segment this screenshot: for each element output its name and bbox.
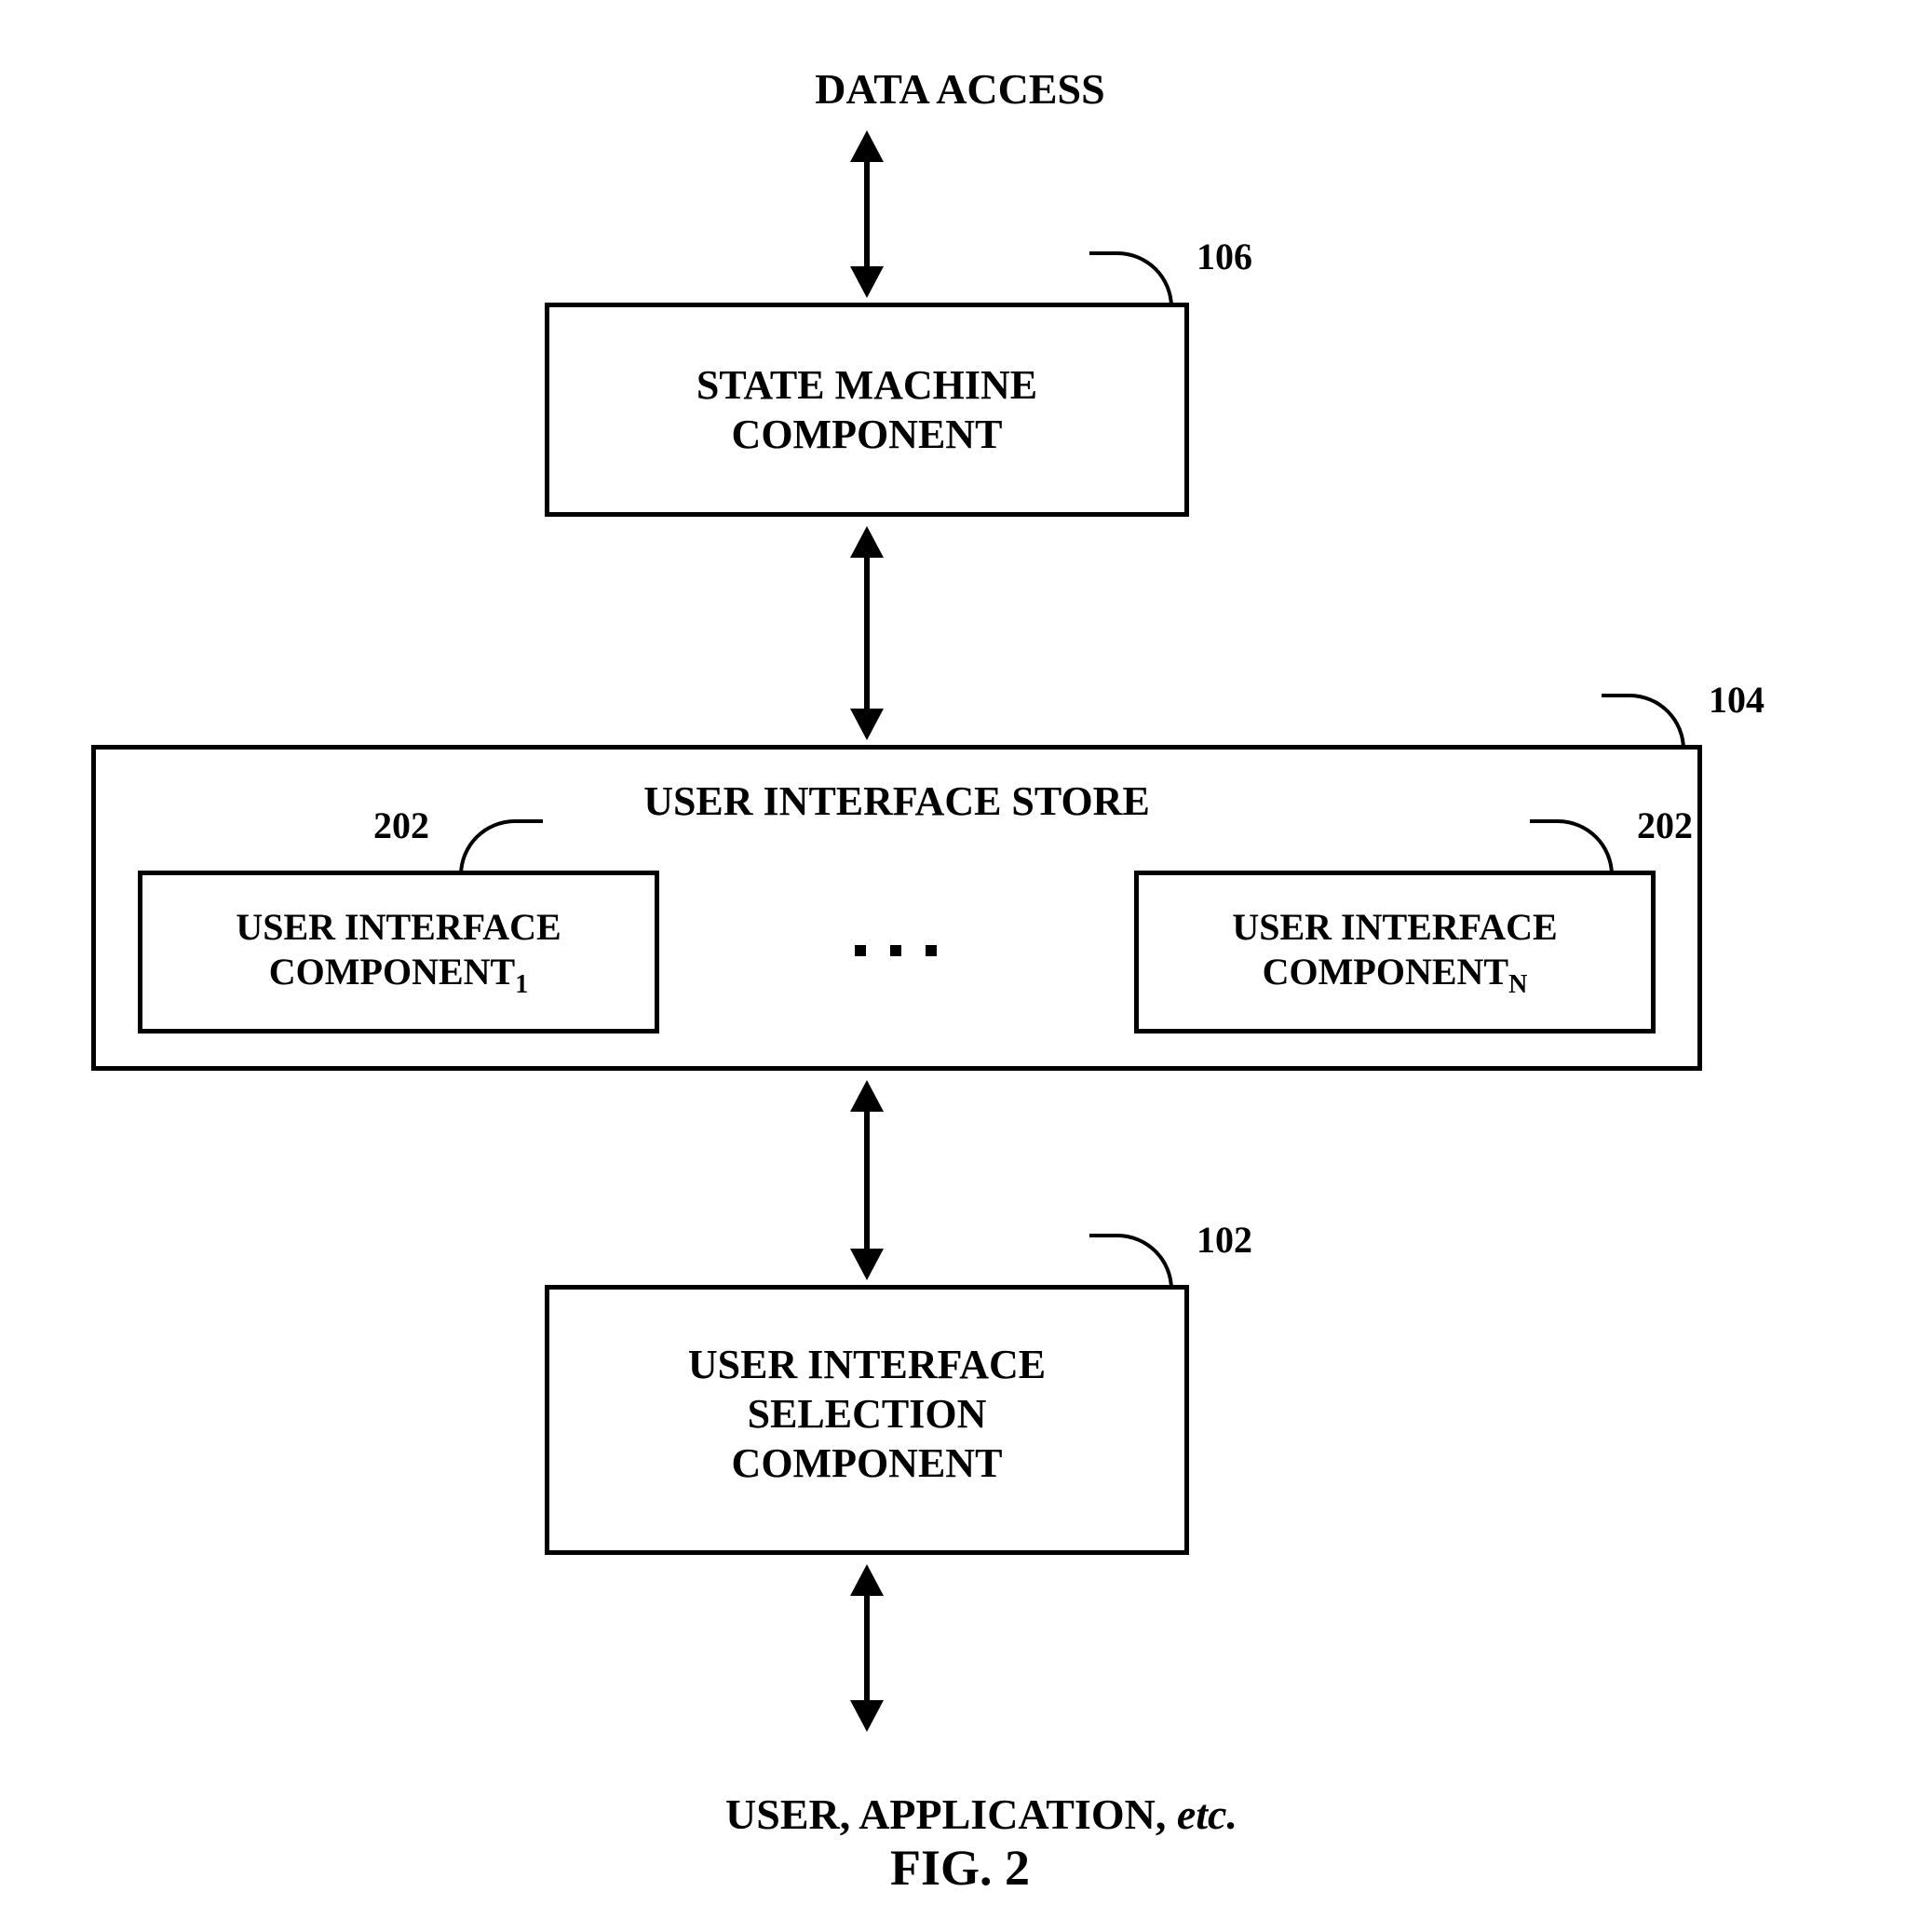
data-access-label: DATA ACCESS	[0, 65, 1920, 115]
ui-store-title: USER INTERFACE STORE	[96, 777, 1697, 827]
arrowhead-down-3	[850, 1249, 884, 1280]
ref-202-left: 202	[373, 804, 429, 847]
arrowhead-down-1	[850, 266, 884, 298]
leader-202-left	[459, 819, 543, 875]
arrow-shaft-1	[864, 158, 870, 270]
leader-102	[1089, 1234, 1173, 1290]
ref-104: 104	[1709, 678, 1765, 722]
user-application-plain: USER, APPLICATION,	[725, 1790, 1177, 1838]
ui-component-1-sub: 1	[515, 970, 528, 999]
arrowhead-up-2	[850, 526, 884, 558]
ui-component-1-line1: USER INTERFACE	[236, 906, 561, 948]
ui-store-box: USER INTERFACE STORE USER INTERFACE COMP…	[91, 745, 1702, 1071]
ref-106: 106	[1197, 235, 1252, 278]
arrowhead-up-1	[850, 130, 884, 162]
leader-202-right	[1530, 819, 1614, 875]
state-machine-box: STATE MACHINE COMPONENT	[545, 303, 1189, 517]
arrowhead-up-3	[850, 1080, 884, 1112]
ref-202-right: 202	[1637, 804, 1693, 847]
ui-component-n-text: USER INTERFACE COMPONENTN	[1139, 905, 1651, 1001]
state-machine-line1: STATE MACHINE	[696, 362, 1037, 408]
ui-component-n-line1: USER INTERFACE	[1232, 906, 1557, 948]
selection-line3: COMPONENT	[732, 1440, 1003, 1486]
ref-102: 102	[1197, 1218, 1252, 1262]
selection-box: USER INTERFACE SELECTION COMPONENT	[545, 1285, 1189, 1555]
diagram-canvas: DATA ACCESS STATE MACHINE COMPONENT 106 …	[0, 0, 1920, 1932]
arrow-shaft-2	[864, 554, 870, 712]
leader-106	[1089, 251, 1173, 307]
selection-line1: USER INTERFACE	[688, 1342, 1046, 1387]
ui-component-n-line2: COMPONENTN	[1263, 951, 1528, 993]
ui-component-1-line2: COMPONENT1	[269, 951, 528, 993]
selection-line2: SELECTION	[748, 1391, 987, 1437]
user-application-etc: etc.	[1177, 1790, 1237, 1838]
selection-text: USER INTERFACE SELECTION COMPONENT	[549, 1341, 1184, 1488]
figure-caption: FIG. 2	[0, 1839, 1920, 1897]
arrowhead-up-4	[850, 1564, 884, 1596]
ui-component-1-prefix: COMPONENT	[269, 951, 515, 993]
arrow-shaft-3	[864, 1108, 870, 1252]
ui-component-n-box: USER INTERFACE COMPONENTN	[1134, 871, 1656, 1034]
leader-104	[1602, 694, 1685, 750]
arrow-shaft-4	[864, 1592, 870, 1704]
ui-component-n-prefix: COMPONENT	[1263, 951, 1508, 993]
arrowhead-down-2	[850, 709, 884, 740]
ui-component-n-sub: N	[1508, 970, 1527, 999]
ui-component-1-box: USER INTERFACE COMPONENT1	[138, 871, 659, 1034]
state-machine-text: STATE MACHINE COMPONENT	[549, 361, 1184, 460]
ellipsis-icon	[855, 945, 937, 956]
arrowhead-down-4	[850, 1700, 884, 1732]
ui-component-1-text: USER INTERFACE COMPONENT1	[142, 905, 655, 1001]
state-machine-line2: COMPONENT	[732, 412, 1003, 457]
